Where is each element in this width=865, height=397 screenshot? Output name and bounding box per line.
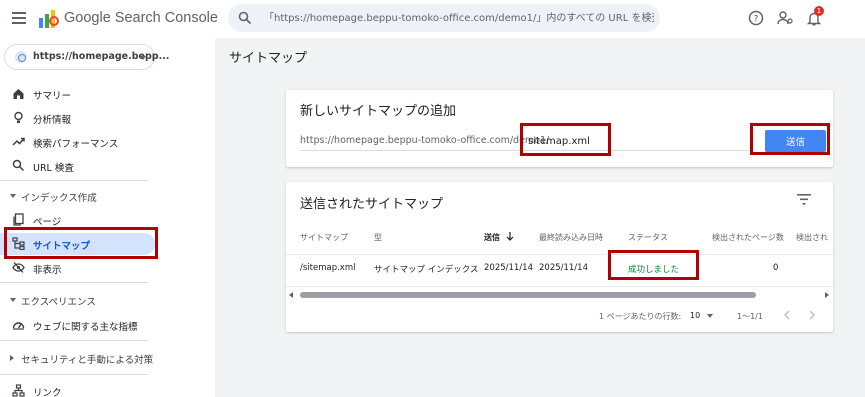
notification-badge: 1 (814, 6, 824, 16)
section-label: エクスペリエンス (21, 297, 96, 308)
chevron-down-icon (10, 194, 16, 198)
search-icon (12, 159, 25, 172)
row-divider (286, 254, 833, 255)
add-sitemap-title: 新しいサイトマップの追加 (300, 104, 457, 119)
sidebar-item-label: サマリー (33, 91, 72, 102)
column-header-sitemap[interactable]: サイトマップ (300, 232, 348, 243)
sidebar-item-label: 非表示 (33, 265, 62, 276)
sidebar-item-links[interactable]: リンク (0, 380, 155, 397)
filter-icon[interactable] (797, 194, 811, 205)
url-prefix: https://homepage.beppu-tomoko-office.com… (300, 135, 550, 146)
chevron-down-icon (10, 298, 16, 302)
chevron-down-icon (140, 56, 146, 60)
horizontal-scrollbar[interactable] (286, 291, 833, 299)
page-title: サイトマップ (229, 51, 308, 66)
app-title: Google Search Console (64, 10, 218, 26)
sidebar-item-removals[interactable]: 非表示 (0, 257, 155, 279)
add-sitemap-card: 新しいサイトマップの追加 https://homepage.beppu-tomo… (286, 90, 833, 167)
cell-sitemap: /sitemap.xml (300, 263, 356, 273)
chevron-right-icon (10, 355, 14, 361)
scrollbar-thumb[interactable] (300, 292, 756, 298)
row-divider (286, 286, 833, 287)
sidebar-item-label: サイトマップ (33, 241, 91, 252)
cell-discovered-pages: 0 (773, 263, 779, 273)
sidebar-item-url-inspection[interactable]: URL 検査 (0, 155, 155, 177)
column-header-last-read[interactable]: 最終読み込み日時 (539, 232, 603, 243)
status-badge: 成功しました (628, 265, 680, 275)
next-page-icon[interactable] (807, 309, 817, 321)
sidebar-item-summary[interactable]: サマリー (0, 83, 155, 105)
links-icon (12, 384, 25, 397)
sidebar: https://homepage.bepp... サマリー 分析情報 検索パフォ… (0, 38, 215, 397)
submitted-sitemaps-title: 送信されたサイトマップ (300, 197, 444, 212)
menu-icon[interactable] (12, 12, 26, 24)
sidebar-divider (0, 282, 148, 283)
globe-icon (15, 51, 27, 63)
sidebar-item-core-web-vitals[interactable]: ウェブに関する主な指標 (0, 314, 155, 336)
sidebar-item-insights[interactable]: 分析情報 (0, 107, 155, 129)
sidebar-item-sitemaps[interactable]: サイトマップ (0, 233, 155, 255)
column-header-label: 送信 (484, 233, 500, 242)
column-header-discovered-pages[interactable]: 検出されたページ数 (712, 232, 784, 243)
sidebar-item-label: 分析情報 (33, 115, 72, 126)
sitemap-url-input[interactable] (524, 130, 674, 152)
column-header-submitted[interactable]: 送信 (484, 232, 514, 243)
sidebar-item-label: ページ (33, 217, 62, 228)
column-header-type[interactable]: 型 (374, 232, 382, 243)
section-label: インデックス作成 (21, 193, 97, 204)
pages-icon (13, 213, 24, 226)
cell-last-read: 2025/11/14 (539, 263, 588, 273)
sidebar-divider (0, 340, 148, 341)
sort-arrow-down-icon (506, 232, 514, 241)
top-bar: Google Search Console ? 1 (0, 0, 865, 38)
manage-users-icon[interactable] (777, 10, 793, 26)
search-icon (238, 11, 252, 25)
google-search-console-logo (39, 10, 59, 28)
help-icon[interactable]: ? (748, 10, 764, 26)
sidebar-item-label: リンク (33, 388, 62, 397)
previous-page-icon[interactable] (782, 309, 792, 321)
svg-text:?: ? (754, 15, 759, 25)
property-selector[interactable]: https://homepage.bepp... (4, 44, 169, 70)
section-security[interactable]: セキュリティと手動による対策 (0, 348, 154, 368)
sitemap-icon (12, 237, 25, 250)
cell-submitted: 2025/11/14 (484, 263, 533, 273)
section-experience[interactable]: エクスペリエンス (0, 290, 150, 310)
sidebar-item-performance[interactable]: 検索パフォーマンス (0, 131, 155, 153)
visibility-off-icon (12, 262, 25, 273)
rows-per-page-select[interactable]: 10 (690, 311, 700, 320)
scroll-left-icon[interactable] (289, 292, 293, 298)
property-label: https://homepage.bepp... (33, 51, 170, 62)
sidebar-divider (0, 180, 148, 181)
section-label: セキュリティと手動による対策 (21, 355, 154, 366)
column-header-discovered-videos[interactable]: 検出され (796, 232, 828, 243)
column-header-status[interactable]: ステータス (628, 232, 668, 243)
cell-type: サイトマップ インデックス (374, 265, 479, 275)
url-inspection-search[interactable] (228, 4, 660, 32)
insights-icon (14, 111, 23, 123)
sidebar-item-label: ウェブに関する主な指標 (33, 322, 138, 333)
submit-button[interactable]: 送信 (765, 130, 826, 152)
scroll-right-icon[interactable] (825, 292, 829, 298)
trending-up-icon (12, 137, 25, 146)
pagination-range: 1〜1/1 (737, 312, 763, 321)
sidebar-item-label: 検索パフォーマンス (33, 139, 119, 150)
rows-per-page-label: 1 ページあたりの行数: (599, 312, 682, 321)
section-indexing[interactable]: インデックス作成 (0, 186, 150, 206)
speed-icon (12, 322, 25, 330)
search-input[interactable] (264, 4, 654, 32)
sidebar-item-pages[interactable]: ページ (0, 209, 155, 231)
sidebar-item-label: URL 検査 (33, 163, 74, 174)
sidebar-divider (0, 374, 148, 375)
submitted-sitemaps-card: 送信されたサイトマップ サイトマップ 型 送信 最終読み込み日時 ステータス 検… (286, 182, 833, 332)
home-icon (13, 89, 24, 99)
chevron-down-icon[interactable] (707, 314, 713, 318)
